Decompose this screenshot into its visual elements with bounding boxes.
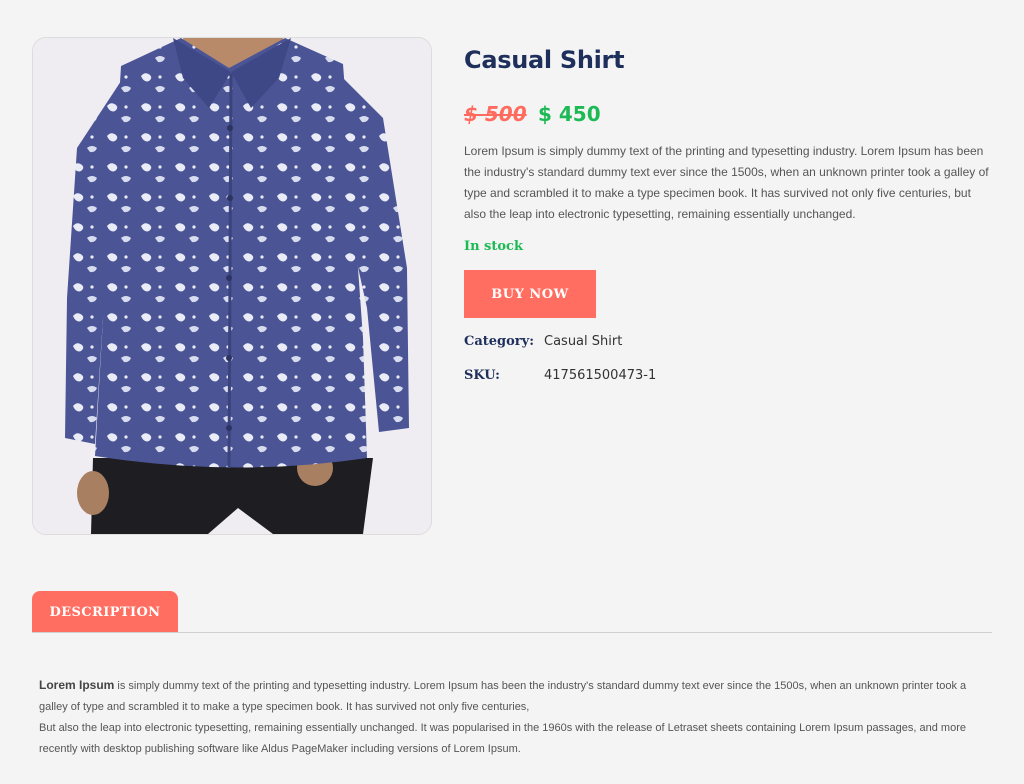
buy-now-button[interactable]: BUY NOW [464,270,596,318]
tab-divider [32,632,992,633]
description-line-2: But also the leap into electronic typese… [39,722,966,755]
product-short-description: Lorem Ipsum is simply dummy text of the … [464,144,989,221]
sku-value: 417561500473-1 [544,368,657,383]
tab-description-label: DESCRIPTION [49,604,161,620]
tab-description[interactable]: DESCRIPTION [32,591,178,633]
description-lead: Lorem Ipsum [39,678,115,692]
stock-status: In stock [464,239,523,254]
category-value[interactable]: Casual Shirt [544,334,622,349]
shirt-photo-illustration [33,38,431,534]
sale-price: $ 450 [538,102,601,126]
product-image[interactable] [32,37,432,535]
tab-description-content: Lorem Ipsum is simply dummy text of the … [39,675,979,760]
sku-label: SKU: [464,368,500,383]
category-label: Category: [464,334,535,349]
description-line-1: is simply dummy text of the printing and… [39,680,967,713]
product-title: Casual Shirt [464,46,625,74]
old-price: $ 500 [464,102,527,126]
